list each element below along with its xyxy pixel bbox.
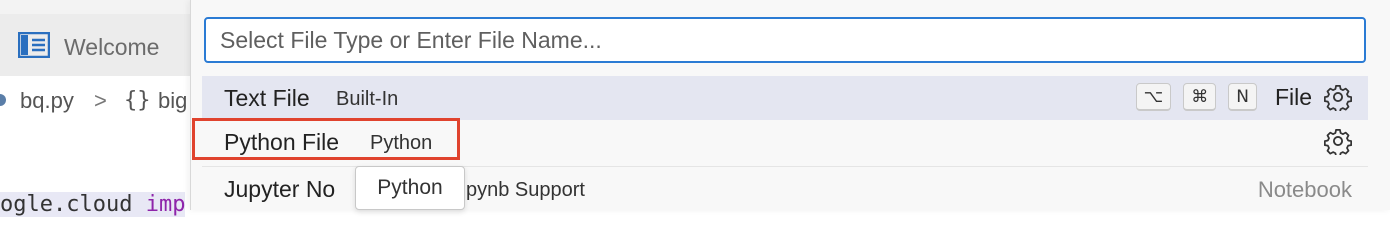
tab-bar-top [0,0,190,14]
gear-icon[interactable] [1324,127,1352,155]
welcome-icon [18,32,50,58]
highlight-annotation [192,118,460,160]
item-title: Text File [224,85,310,111]
code-line: ogle.cloud imp [0,192,186,217]
quick-pick-item-text-file[interactable]: Text File Built-In ⌥ ⌘ N File [202,76,1368,120]
item-actions [1324,127,1352,155]
keybinding-label: File [1274,83,1312,110]
command-key: ⌘ [1183,83,1217,111]
symbol-icon: {} [124,88,151,113]
breadcrumb-separator-icon: > [94,88,107,113]
code-keyword: imp [145,192,186,217]
keybinding-group: ⌥ ⌘ N File [1135,83,1352,111]
breadcrumb-symbol[interactable]: big [158,88,187,114]
item-kind: Notebook [1257,177,1352,202]
gear-icon[interactable] [1324,83,1352,111]
tab-label: Welcome [64,34,160,60]
file-type-search-input[interactable] [204,17,1366,63]
item-title: Jupyter No [224,176,336,202]
tab-welcome[interactable]: Welcome [0,14,190,77]
breadcrumb-file[interactable]: bq.py [20,88,74,114]
item-description: Built-In [336,88,399,110]
item-detail: pynb Support [466,179,585,201]
code-text: ogle.cloud [0,192,146,217]
n-key: N [1228,83,1257,111]
option-key: ⌥ [1135,83,1172,111]
tooltip: Python [355,166,465,210]
